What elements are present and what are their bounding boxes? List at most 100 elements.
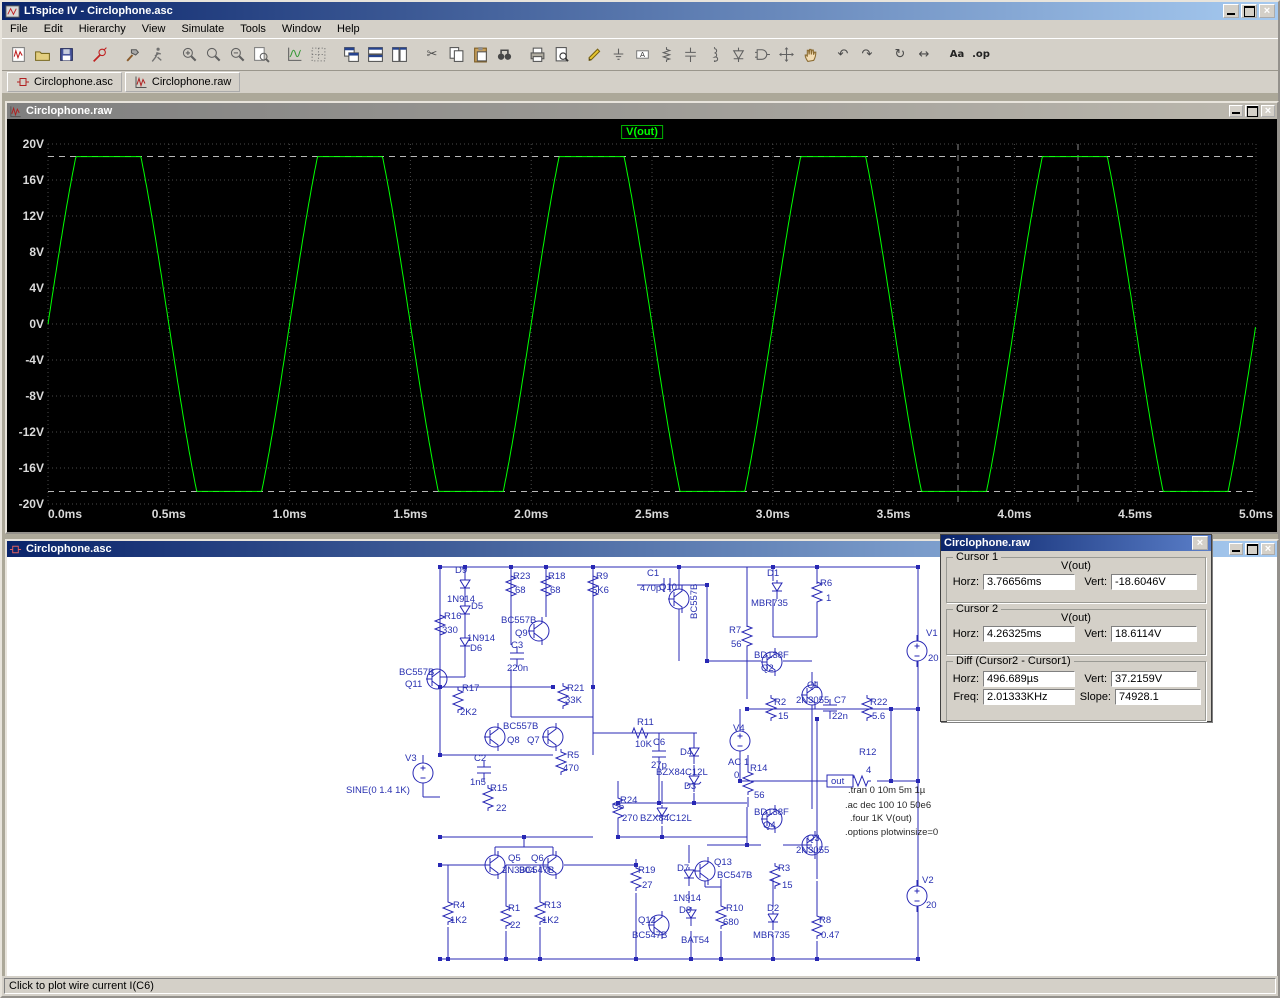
schematic-label[interactable]: BC557B	[501, 615, 536, 626]
schematic-label[interactable]: R13	[544, 900, 561, 911]
menu-tools[interactable]: Tools	[232, 21, 274, 37]
close-icon[interactable]	[1261, 105, 1275, 117]
cut-button[interactable]: ✂	[420, 43, 444, 67]
run-button[interactable]	[144, 43, 168, 67]
waveform-window-titlebar[interactable]: Circlophone.raw	[7, 103, 1277, 119]
schematic-label[interactable]: 5K6	[592, 585, 609, 596]
schematic-label[interactable]: 0	[734, 770, 739, 781]
schematic-label[interactable]: Q6	[531, 853, 544, 864]
schematic-label[interactable]: R18	[548, 571, 565, 582]
vsrc-symbol[interactable]	[421, 757, 426, 789]
schematic-label[interactable]: D8	[679, 905, 691, 916]
schematic-label[interactable]: R14	[750, 763, 767, 774]
schematic-label[interactable]: 15	[782, 880, 793, 891]
restore-button[interactable]	[1245, 105, 1259, 117]
schematic-label[interactable]: R6	[820, 578, 832, 589]
schematic-label[interactable]: R7	[729, 625, 741, 636]
new-schematic-button[interactable]	[6, 43, 30, 67]
schematic-label[interactable]: BZX84C12L	[640, 813, 692, 824]
main-titlebar[interactable]: LTspice IV - Circlophone.asc	[2, 2, 1278, 20]
resh-symbol[interactable]	[629, 728, 651, 738]
place-component-button[interactable]	[750, 43, 774, 67]
schematic-label[interactable]: R5	[567, 750, 579, 761]
schematic-label[interactable]: R12	[859, 747, 876, 758]
paste-button[interactable]	[468, 43, 492, 67]
schematic-label[interactable]: 1n5	[470, 777, 486, 788]
schematic-label[interactable]: BC547B	[717, 870, 752, 881]
schematic-label[interactable]: D6	[470, 643, 482, 654]
schematic-label[interactable]: R1	[508, 903, 520, 914]
schematic-label[interactable]: 1	[826, 593, 831, 604]
open-button[interactable]	[30, 43, 54, 67]
minimize-button[interactable]	[1229, 543, 1243, 555]
schematic-label[interactable]: 10K	[635, 739, 653, 750]
schematic-label[interactable]: R17	[462, 683, 479, 694]
schematic-label[interactable]: BD138F	[754, 650, 789, 661]
schematic-label[interactable]: R2	[774, 697, 786, 708]
tile-vertically-button[interactable]	[387, 43, 411, 67]
schematic-label[interactable]: out	[831, 776, 845, 787]
place-resistor-button[interactable]	[654, 43, 678, 67]
schematic-label[interactable]: MBR735	[751, 598, 788, 609]
schematic-label[interactable]: 68	[550, 585, 561, 596]
close-button[interactable]	[1259, 4, 1275, 18]
copy-button[interactable]	[444, 43, 468, 67]
schematic-label[interactable]: Q9	[515, 628, 528, 639]
label-net-button[interactable]: A	[630, 43, 654, 67]
spice-directive-text[interactable]: .four 1K V(out)	[850, 813, 912, 824]
schematic-label[interactable]: 20	[928, 653, 939, 664]
schematic-label[interactable]: D3	[684, 781, 696, 792]
cascade-windows-button[interactable]	[339, 43, 363, 67]
tile-horizontally-button[interactable]	[363, 43, 387, 67]
schematic-label[interactable]: 15	[778, 711, 789, 722]
menu-help[interactable]: Help	[329, 21, 368, 37]
restore-button[interactable]	[1245, 543, 1259, 555]
place-ground-button[interactable]	[606, 43, 630, 67]
schematic-label[interactable]: 5.6	[872, 711, 885, 722]
zoom-back-button[interactable]	[201, 43, 225, 67]
zoom-out-button[interactable]	[225, 43, 249, 67]
schematic-label[interactable]: BD138F	[754, 807, 789, 818]
schematic-label[interactable]: 27	[642, 880, 653, 891]
spice-directive-button[interactable]: .op	[969, 43, 993, 67]
schematic-label[interactable]: Q13	[714, 857, 732, 868]
schematic-label[interactable]: D5	[471, 601, 483, 612]
schematic-label[interactable]: 1N914	[673, 893, 701, 904]
spice-directive-text[interactable]: .tran 0 10m 5m 1µ	[848, 785, 926, 796]
schematic-label[interactable]: V2	[922, 875, 934, 886]
drag-button[interactable]	[798, 43, 822, 67]
control-panel-button[interactable]	[120, 43, 144, 67]
menu-hierarchy[interactable]: Hierarchy	[71, 21, 134, 37]
find-button[interactable]	[492, 43, 516, 67]
draw-wire-button[interactable]	[582, 43, 606, 67]
voltage-probe-button[interactable]	[87, 43, 111, 67]
minimize-button[interactable]	[1223, 4, 1239, 18]
schematic-label[interactable]: C2	[474, 753, 486, 764]
print-preview-button[interactable]	[549, 43, 573, 67]
schematic-label[interactable]: 2N3055	[796, 695, 829, 706]
schematic-label[interactable]: Q5	[508, 853, 521, 864]
schematic-label[interactable]: D9	[455, 565, 467, 576]
schematic-label[interactable]: 1K2	[450, 915, 467, 926]
schematic-label[interactable]: V3	[405, 753, 417, 764]
schematic-label[interactable]: MBR735	[753, 930, 790, 941]
save-button[interactable]	[54, 43, 78, 67]
schematic-label[interactable]: R23	[513, 571, 530, 582]
maximize-button[interactable]	[1241, 4, 1257, 18]
menu-window[interactable]: Window	[274, 21, 329, 37]
vsrc-symbol[interactable]	[915, 635, 920, 667]
rotate-button[interactable]: ↻	[888, 43, 912, 67]
place-inductor-button[interactable]	[702, 43, 726, 67]
schematic-label[interactable]: 56	[754, 790, 765, 801]
schematic-label[interactable]: 2N3055	[796, 845, 829, 856]
schematic-label[interactable]: SINE(0 1.4 1K)	[346, 785, 410, 796]
schematic-label[interactable]: Q8	[507, 735, 520, 746]
schematic-label[interactable]: BC547B	[519, 865, 554, 876]
schematic-label[interactable]: AC 1	[728, 757, 749, 768]
tab-circlophone-raw[interactable]: Circlophone.raw	[125, 72, 240, 92]
schematic-label[interactable]: Q2	[761, 663, 774, 674]
minimize-button[interactable]	[1229, 105, 1243, 117]
schematic-label[interactable]: BC557B	[503, 721, 538, 732]
schematic-label[interactable]: 330	[442, 625, 458, 636]
print-button[interactable]	[525, 43, 549, 67]
